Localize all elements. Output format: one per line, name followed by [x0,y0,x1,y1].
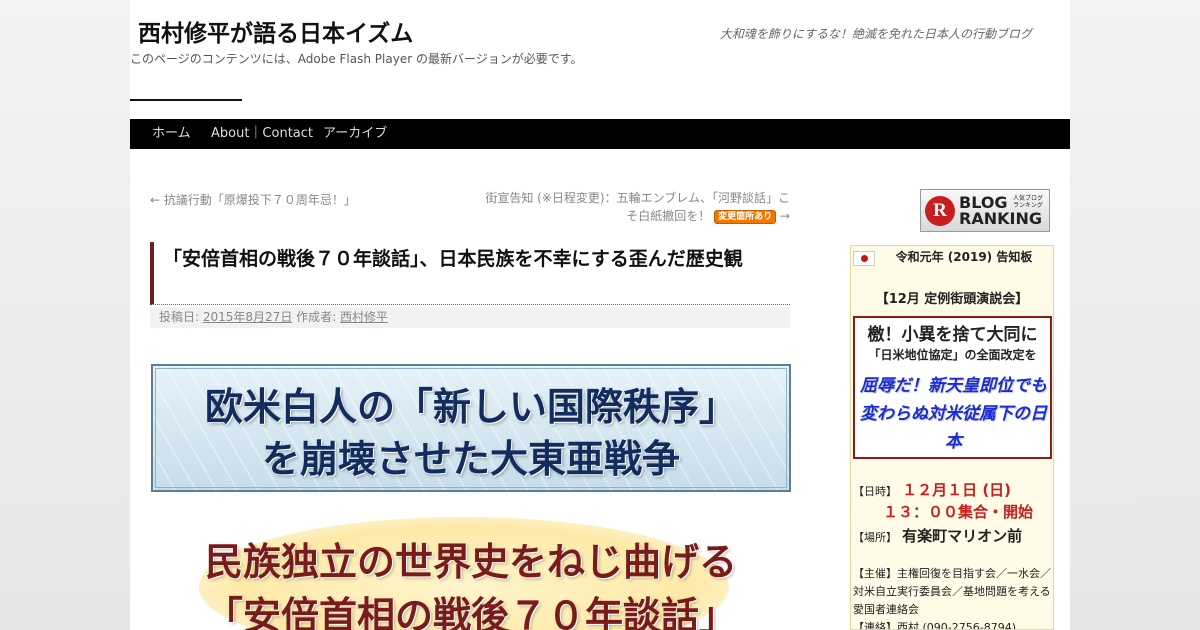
nav-item-home[interactable]: ホーム [152,119,191,149]
nav-item-about-contact[interactable]: About｜Contact [211,119,313,149]
post-author-link[interactable]: 西村修平 [340,310,388,324]
notice-board: 令和元年 (2019) 告知板 【12月 定例街頭演説会】 檄！小異を捨て大同に… [850,245,1054,630]
flash-required-notice: このページのコンテンツには、Adobe Flash Player の最新バージョ… [130,52,583,66]
event-organizer: 【主催】主権回復を目指す会／一水会／対米自立実行委員会／基地問題を考える愛国者連… [853,565,1053,630]
notice-subheader: 【12月 定例街頭演説会】 [875,292,1029,307]
page: 西村修平が語る日本イズム 大和魂を飾りにするな！絶滅を免れた日本人の行動ブログ … [130,0,1070,630]
date-label: 【日時】 [853,485,897,498]
organizer-text: 【主催】主権回復を目指す会／一水会／対米自立実行委員会／基地問題を考える愛国者連… [853,567,1051,616]
next-post-link[interactable]: 街宣告知 (※日程変更)：五輪エンブレム、「河野談話」こ そ白紙撤回を！ 変更箇… [470,189,790,225]
theme-line3: 屈辱だ！新天皇即位でも変わらぬ対米従属下の日本 [860,376,1047,452]
post-meta: 投稿日: 2015年8月27日 作成者: 西村修平 [150,307,790,328]
flash-divider [130,99,242,101]
event-date: 【日時】 １２月１日 (日) [853,479,1011,500]
post-date-link[interactable]: 2015年8月27日 [203,310,292,324]
site-description: 大和魂を飾りにするな！絶滅を免れた日本人の行動ブログ [719,27,1032,41]
theme-line2: 「日米地位協定」の全面改定を [868,348,1037,362]
main-nav: ホーム About｜Contact アーカイブ [130,119,1070,149]
next-post-line1: 街宣告知 (※日程変更)：五輪エンブレム、「河野談話」こ [485,191,790,205]
banner2-line1: 民族独立の世界史をねじ曲げる [204,540,737,584]
notice-header: 令和元年 (2019) 告知板 [895,250,1033,264]
next-arrow-icon: → [779,209,790,223]
japan-flag-icon [853,251,875,266]
changed-badge: 変更箇所あり [714,210,777,224]
place-label: 【場所】 [853,531,897,544]
time-value: １３：００集合・開始 [883,503,1034,521]
banner2-line2: 「安倍首相の戦後７０年談話」 [204,594,737,630]
banner1-line2: を崩壊させた大東亜戦争 [261,437,680,481]
post-title: 「安倍首相の戦後７０年談話」、日本民族を不幸にする歪んだ歴史観 [163,248,743,270]
contact-text: 【連絡】西村 (090-2756-8794) [853,621,1017,630]
next-post-line2: そ白紙撤回を！ [626,209,711,223]
theme-line1: 檄！小異を捨て大同に [867,325,1038,345]
speech-theme-box: 檄！小異を捨て大同に 「日米地位協定」の全面改定を 屈辱だ！新天皇即位でも変わら… [853,316,1052,459]
ranking-ranking-text: RANKING [959,209,1042,228]
event-place: 【場所】 有楽町マリオン前 [853,525,1022,546]
ranking-logo-icon: R [925,196,955,226]
ranking-sub-text: 人気ブログランキング [1013,195,1044,209]
event-time: １３：００集合・開始 [883,501,1033,522]
site-title[interactable]: 西村修平が語る日本イズム [138,14,413,48]
nav-item-archive[interactable]: アーカイブ [323,119,387,149]
headline-banner-blue: 欧米白人の「新しい国際秩序」 を崩壊させた大東亜戦争 [151,364,791,492]
author-label: 作成者: [296,310,337,324]
blog-ranking-banner[interactable]: R BLOG 人気ブログランキング RANKING [920,189,1050,232]
date-value: １２月１日 (日) [902,481,1012,499]
post-header: 「安倍首相の戦後７０年談話」、日本民族を不幸にする歪んだ歴史観 [150,242,790,305]
headline-banner-cream: 民族独立の世界史をねじ曲げる 「安倍首相の戦後７０年談話」 [151,515,791,630]
previous-post-link[interactable]: ← 抗議行動「原爆投下７０周年忌！」 [150,191,356,208]
place-value: 有楽町マリオン前 [902,527,1023,545]
banner1-line1: 欧米白人の「新しい国際秩序」 [204,385,737,429]
posted-on-label: 投稿日: [159,310,200,324]
